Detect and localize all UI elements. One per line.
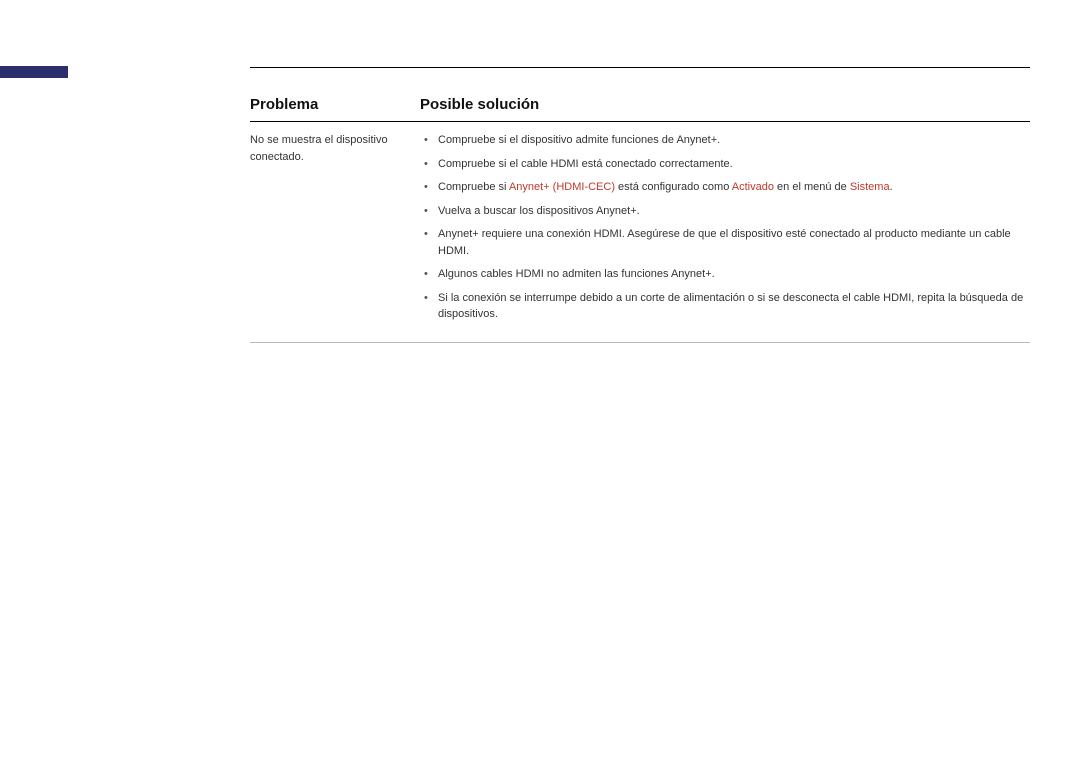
header-solution: Posible solución [420,96,1030,121]
solution-text: Algunos cables HDMI no admiten las funci… [438,268,715,280]
solution-text: Vuelva a buscar los dispositivos Anynet+… [438,205,640,217]
list-item: Vuelva a buscar los dispositivos Anynet+… [420,203,1030,220]
solution-text-part: Compruebe si [438,181,509,193]
table-body-row: No se muestra el dispositivo conectado. … [250,132,1030,330]
table-header-row: Problema Posible solución [250,96,1030,121]
solution-text-part: está configurado como [615,181,732,193]
page-tab-marker [0,66,68,78]
highlight-activado: Activado [732,181,774,193]
solution-text-part: . [890,181,893,193]
content-area: Problema Posible solución No se muestra … [250,67,1030,343]
divider-footer [250,342,1030,343]
divider-header [250,121,1030,122]
solution-cell: Compruebe si el dispositivo admite funci… [420,132,1030,330]
solution-list: Compruebe si el dispositivo admite funci… [420,132,1030,323]
list-item: Compruebe si el dispositivo admite funci… [420,132,1030,149]
list-item: Anynet+ requiere una conexión HDMI. Aseg… [420,226,1030,259]
solution-text: Compruebe si el dispositivo admite funci… [438,134,720,146]
solution-text: Compruebe si el cable HDMI está conectad… [438,158,733,170]
solution-text-part: en el menú de [774,181,850,193]
divider-top [250,67,1030,68]
highlight-sistema: Sistema [850,181,890,193]
highlight-anynet: Anynet+ (HDMI-CEC) [509,181,615,193]
list-item: Si la conexión se interrumpe debido a un… [420,290,1030,323]
list-item: Compruebe si el cable HDMI está conectad… [420,156,1030,173]
problem-cell: No se muestra el dispositivo conectado. [250,132,420,330]
solution-text: Si la conexión se interrumpe debido a un… [438,292,1023,321]
header-problem: Problema [250,96,420,121]
list-item: Compruebe si Anynet+ (HDMI-CEC) está con… [420,179,1030,196]
list-item: Algunos cables HDMI no admiten las funci… [420,266,1030,283]
solution-text: Anynet+ requiere una conexión HDMI. Aseg… [438,228,1011,257]
